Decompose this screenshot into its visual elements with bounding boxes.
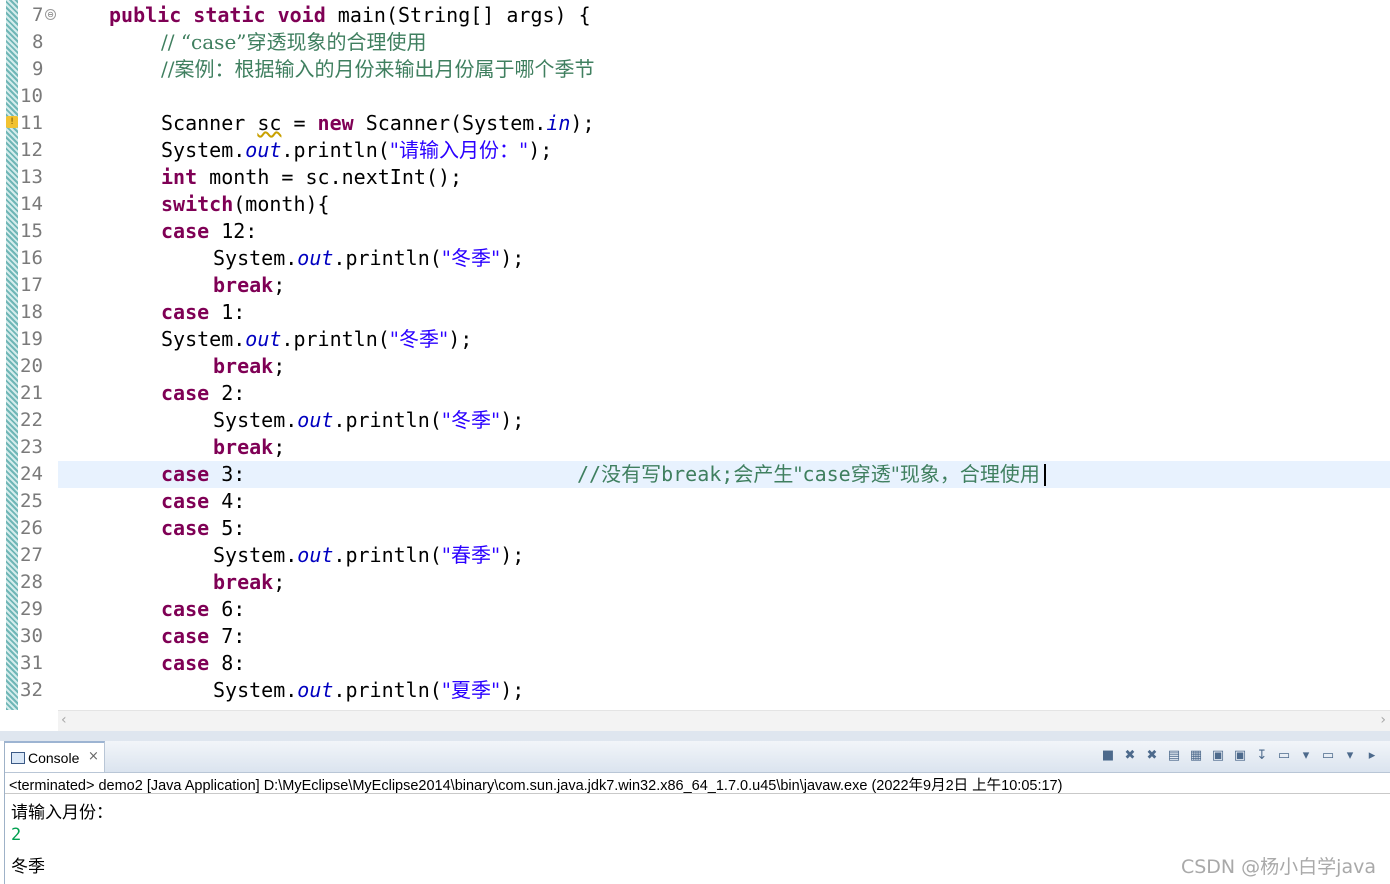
code-editor[interactable]: ⊖ ! 7 8 9 10 11 12 13 14 15 16 17 18 19 20 21 22 23 24 25 2… <box>0 0 1390 710</box>
line-number: 31 <box>20 652 43 674</box>
toolbar-button-icon[interactable]: ▭ <box>1275 747 1293 765</box>
line-number: 29 <box>20 598 43 620</box>
line-number: 17 <box>20 274 43 296</box>
console-tab[interactable]: Console × <box>5 741 105 772</box>
console-output-line: 冬季 <box>11 857 45 877</box>
line-number: 22 <box>20 409 43 431</box>
code-line: public static void main(String[] args) { <box>109 3 591 27</box>
line-number: 16 <box>20 247 43 269</box>
view-divider[interactable] <box>0 731 1390 741</box>
watermark: CSDN @杨小白学java <box>1180 856 1376 878</box>
toolbar-button-icon[interactable]: ▸ <box>1363 747 1381 765</box>
code-line: case 5: <box>161 516 246 540</box>
warning-icon[interactable]: ! <box>6 116 18 128</box>
console-toolbar: ■ ✖ ✖ ▤ ▦ ▣ ▣ ↧ ▭ ▾ ▭ ▾ ▸ <box>1099 747 1385 767</box>
toolbar-button-icon[interactable]: ▣ <box>1231 747 1249 765</box>
console-output-line: 2 <box>11 825 22 845</box>
code-line: // “case”穿透现象的合理使用 <box>161 30 427 54</box>
toolbar-button-icon[interactable]: ▾ <box>1341 747 1359 765</box>
change-ruler <box>6 0 18 710</box>
text-caret <box>1044 464 1046 486</box>
code-line: System.out.println("春季"); <box>213 543 525 567</box>
line-number: 21 <box>20 382 43 404</box>
line-number: 28 <box>20 571 43 593</box>
code-line: System.out.println("冬季"); <box>161 327 473 351</box>
code-line: break; <box>213 435 286 459</box>
line-number: 27 <box>20 544 43 566</box>
line-number: 10 <box>20 85 43 107</box>
scroll-left-icon[interactable]: ‹ <box>61 712 67 728</box>
line-number: 25 <box>20 490 43 512</box>
toolbar-button-icon[interactable]: ▦ <box>1187 747 1205 765</box>
console-icon <box>11 752 25 764</box>
line-number: 19 <box>20 328 43 350</box>
line-number: 8 <box>32 31 44 53</box>
toolbar-button-icon[interactable]: ✖ <box>1143 747 1161 765</box>
code-line: case 8: <box>161 651 246 675</box>
code-line: break; <box>213 354 286 378</box>
toolbar-button-icon[interactable]: ▭ <box>1319 747 1337 765</box>
code-line: case 6: <box>161 597 246 621</box>
code-line: System.out.println("夏季"); <box>213 678 525 702</box>
line-number: 26 <box>20 517 43 539</box>
code-line: System.out.println("冬季"); <box>213 246 525 270</box>
code-line: case 7: <box>161 624 246 648</box>
line-number: 32 <box>20 679 43 701</box>
line-number: 24 <box>20 463 43 485</box>
line-number: 15 <box>20 220 43 242</box>
close-icon[interactable]: × <box>88 749 99 764</box>
console-status-line: <terminated> demo2 [Java Application] D:… <box>9 778 1063 794</box>
code-comment-line: //没有写break;会产生"case穿透"现象，合理使用 <box>577 462 1040 486</box>
console-tab-label: Console <box>28 750 80 766</box>
line-number: 12 <box>20 139 43 161</box>
toolbar-button-icon[interactable]: ■ <box>1099 747 1117 765</box>
horizontal-scrollbar[interactable]: ‹ › <box>58 710 1390 731</box>
line-number: 9 <box>32 58 44 80</box>
code-line: //案例：根据输入的月份来输出月份属于哪个季节 <box>161 57 595 81</box>
console-tab-bar: Console × ■ ✖ ✖ ▤ ▦ ▣ ▣ ↧ ▭ ▾ ▭ ▾ ▸ <box>5 741 1390 773</box>
code-line: break; <box>213 273 286 297</box>
console-output-line: 请输入月份： <box>11 803 113 823</box>
code-line: case 3: <box>161 462 246 486</box>
line-number: 18 <box>20 301 43 323</box>
line-number: 23 <box>20 436 43 458</box>
line-number: 13 <box>20 166 43 188</box>
code-line: case 12: <box>161 219 258 243</box>
divider <box>5 793 1390 794</box>
code-line: Scanner sc = new Scanner(System.in); <box>161 111 595 135</box>
toolbar-button-icon[interactable]: ▣ <box>1209 747 1227 765</box>
toolbar-button-icon[interactable]: ✖ <box>1121 747 1139 765</box>
line-number: 11 <box>20 112 43 134</box>
fold-collapse-icon[interactable]: ⊖ <box>45 9 56 20</box>
code-line: switch(month){ <box>161 192 330 216</box>
toolbar-button-icon[interactable]: ▾ <box>1297 747 1315 765</box>
scroll-right-icon[interactable]: › <box>1380 712 1386 728</box>
code-line: case 4: <box>161 489 246 513</box>
line-number: 14 <box>20 193 43 215</box>
code-line: System.out.println("请输入月份："); <box>161 138 553 162</box>
line-number: 30 <box>20 625 43 647</box>
line-number: 20 <box>20 355 43 377</box>
toolbar-button-icon[interactable]: ↧ <box>1253 747 1271 765</box>
code-line: int month = sc.nextInt(); <box>161 165 463 189</box>
code-line: break; <box>213 570 286 594</box>
code-line: case 1: <box>161 300 246 324</box>
code-line: case 2: <box>161 381 246 405</box>
code-line: System.out.println("冬季"); <box>213 408 525 432</box>
line-number: 7 <box>32 4 44 26</box>
toolbar-button-icon[interactable]: ▤ <box>1165 747 1183 765</box>
